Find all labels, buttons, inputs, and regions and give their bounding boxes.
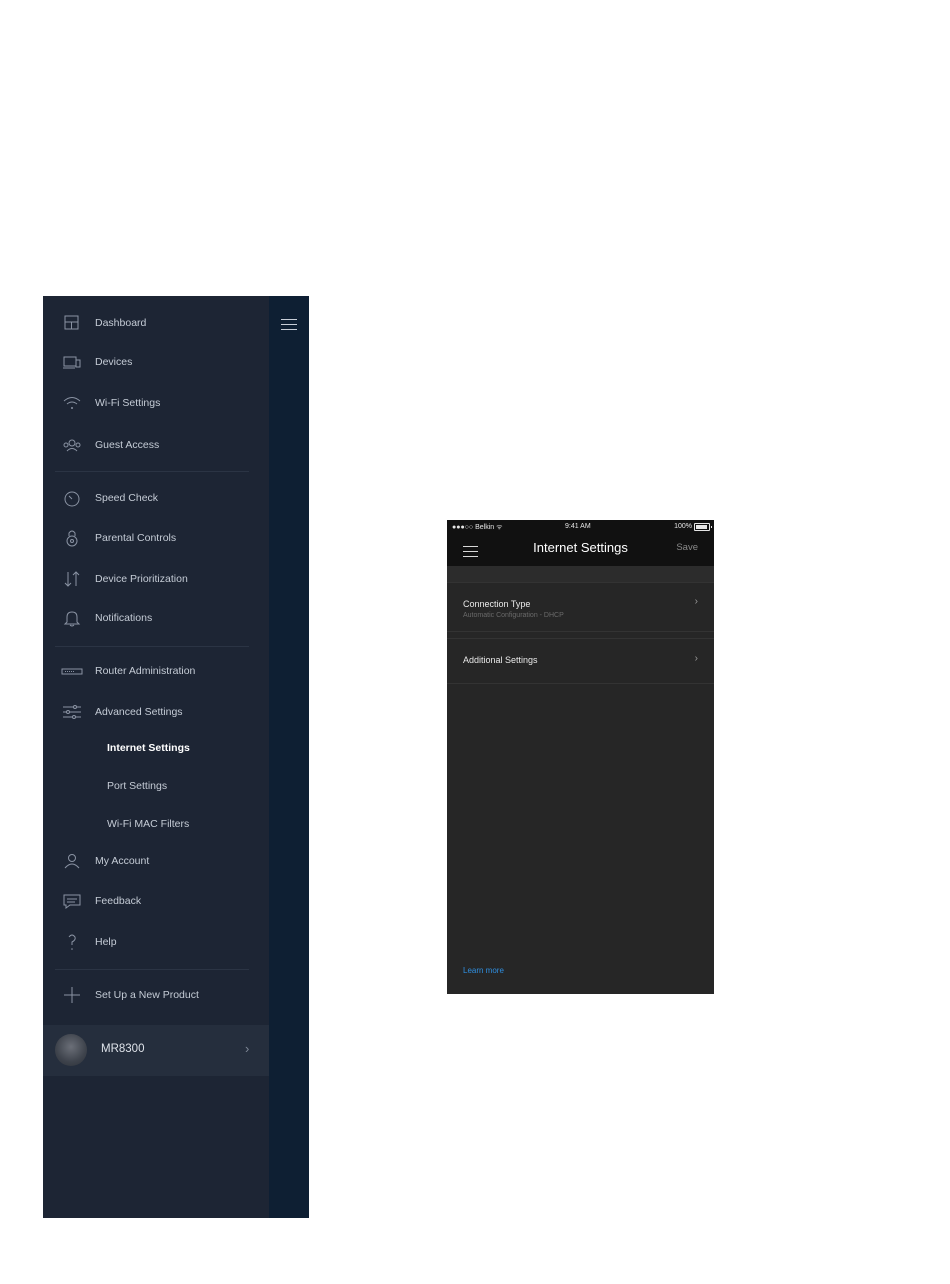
menu-label: Router Administration — [95, 665, 196, 677]
wifi-icon — [63, 397, 81, 409]
menu-label: Device Prioritization — [95, 573, 188, 585]
menu-label: Dashboard — [95, 317, 147, 329]
menu-item-devices[interactable]: Devices — [43, 347, 269, 377]
menu-item-my-account[interactable]: My Account — [43, 846, 269, 876]
router-avatar — [55, 1034, 87, 1066]
product-name: MR8300 — [101, 1043, 145, 1055]
chevron-right-icon: › — [245, 1041, 250, 1056]
submenu-wifi-mac-filters[interactable]: Wi-Fi MAC Filters — [107, 818, 189, 830]
menu-item-help[interactable]: Help — [43, 927, 269, 957]
menu-label: My Account — [95, 855, 150, 867]
prioritization-icon — [64, 571, 80, 587]
menu-item-dashboard[interactable]: Dashboard — [43, 308, 269, 338]
internet-settings-screen: ●●●○○ Belkin ᯤ 9:41 AM 100% Internet Set… — [447, 520, 714, 994]
menu-divider — [55, 471, 249, 472]
devices-icon — [63, 356, 81, 369]
menu-item-notifications[interactable]: Notifications — [43, 603, 269, 633]
user-icon — [64, 854, 80, 869]
menu-item-device-prioritization[interactable]: Device Prioritization — [43, 564, 269, 594]
parental-controls-icon — [66, 530, 78, 547]
speed-check-icon — [64, 491, 80, 507]
row-title: Additional Settings — [463, 655, 538, 665]
menu-label: Notifications — [95, 612, 153, 624]
menu-label: Parental Controls — [95, 532, 177, 544]
nav-bar: Internet Settings Save — [447, 534, 714, 566]
row-title: Connection Type — [463, 599, 531, 609]
chevron-right-icon: › — [694, 653, 698, 664]
feedback-icon — [63, 894, 81, 909]
menu-label: Set Up a New Product — [95, 989, 199, 1001]
chevron-right-icon: › — [694, 596, 698, 607]
menu-item-parental-controls[interactable]: Parental Controls — [43, 523, 269, 553]
guest-access-icon — [63, 439, 81, 452]
submenu-port-settings[interactable]: Port Settings — [107, 780, 167, 792]
save-button[interactable]: Save — [676, 542, 698, 553]
router-icon — [61, 668, 83, 675]
connection-type-row[interactable]: Connection Type Automatic Configuration … — [447, 582, 714, 632]
section-spacer — [447, 566, 714, 582]
battery-icon — [694, 523, 712, 531]
menu-divider — [55, 969, 249, 970]
menu-item-speed-check[interactable]: Speed Check — [43, 483, 269, 513]
product-row[interactable]: MR8300 › — [43, 1025, 269, 1076]
menu-label: Speed Check — [95, 492, 159, 504]
menu-label: Devices — [95, 356, 133, 368]
help-icon — [68, 934, 76, 950]
menu-label: Wi-Fi Settings — [95, 397, 161, 409]
additional-settings-row[interactable]: Additional Settings › — [447, 638, 714, 684]
row-subtitle: Automatic Configuration - DHCP — [463, 612, 564, 619]
navigation-drawer: Dashboard Devices Wi-Fi Settings Guest A… — [43, 296, 309, 1218]
submenu-internet-settings[interactable]: Internet Settings — [107, 742, 190, 754]
bell-icon — [63, 611, 81, 627]
menu-panel: Dashboard Devices Wi-Fi Settings Guest A… — [43, 296, 269, 1218]
menu-item-wifi-settings[interactable]: Wi-Fi Settings — [43, 388, 269, 418]
carrier-signal: ●●●○○ Belkin ᯤ — [452, 524, 503, 531]
menu-item-guest-access[interactable]: Guest Access — [43, 430, 269, 460]
menu-label: Advanced Settings — [95, 706, 183, 718]
menu-item-router-administration[interactable]: Router Administration — [43, 656, 269, 686]
battery-percent: 100% — [674, 523, 692, 530]
menu-label: Help — [95, 936, 117, 948]
status-time: 9:41 AM — [565, 523, 591, 530]
page-title: Internet Settings — [533, 540, 628, 555]
status-bar: ●●●○○ Belkin ᯤ 9:41 AM 100% — [447, 520, 714, 534]
hamburger-menu-icon[interactable] — [281, 319, 297, 333]
menu-label: Guest Access — [95, 439, 160, 451]
sliders-icon — [63, 705, 81, 719]
learn-more-link[interactable]: Learn more — [463, 966, 504, 975]
menu-item-feedback[interactable]: Feedback — [43, 886, 269, 916]
menu-divider — [55, 646, 249, 647]
menu-item-setup-new-product[interactable]: Set Up a New Product — [43, 980, 269, 1010]
dashboard-icon — [64, 315, 79, 330]
plus-icon — [64, 987, 80, 1003]
menu-item-advanced-settings[interactable]: Advanced Settings — [43, 697, 269, 727]
menu-label: Feedback — [95, 895, 142, 907]
